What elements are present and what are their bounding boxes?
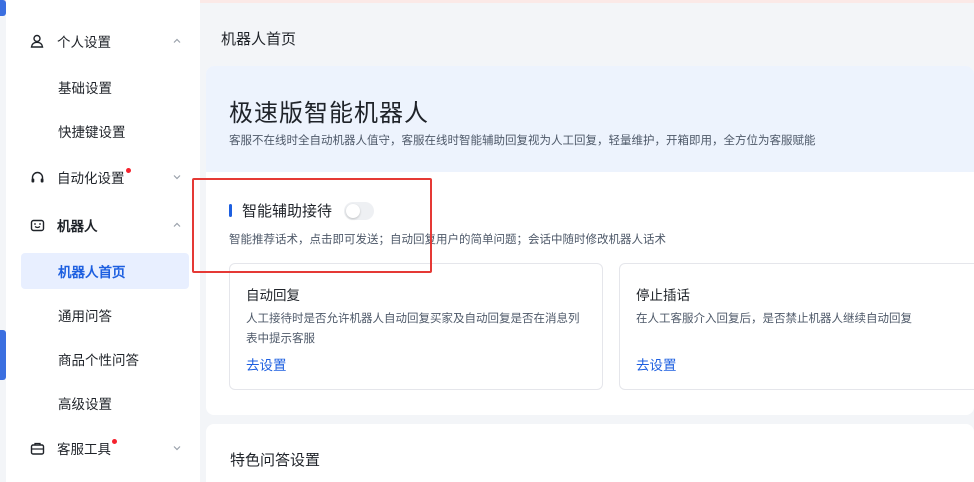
- hero-description: 客服不在线时全自动机器人值守，客服在线时智能辅助回复视为人工回复，轻量维护，开箱…: [229, 133, 816, 147]
- sidebar-group-label: 客服工具: [57, 438, 117, 458]
- page-breadcrumb: 机器人首页: [221, 30, 297, 48]
- assist-section-title: 智能辅助接待: [242, 202, 333, 220]
- featured-qa-title: 特色问答设置: [230, 451, 321, 469]
- notification-dot: [112, 439, 117, 444]
- assist-toggle-switch[interactable]: [344, 201, 375, 220]
- sidebar-group-label: 个人设置: [57, 35, 111, 51]
- hero-title: 极速版智能机器人: [229, 99, 429, 127]
- option-description: 人工接待时是否允许机器人自动回复买家及自动回复是否在消息列表中提示客服: [246, 311, 580, 345]
- option-title: 自动回复: [246, 288, 300, 304]
- auto-reply-card: 自动回复 人工接待时是否允许机器人自动回复买家及自动回复是否在消息列表中提示客服…: [229, 263, 603, 390]
- sidebar: 个人设置 基础设置 快捷键设置 自动化设置 机器人 机器人首页 通用问答 商品个…: [6, 0, 200, 482]
- toolbox-icon: [28, 439, 46, 457]
- sidebar-item-robot-home[interactable]: 机器人首页: [21, 253, 189, 289]
- option-title: 停止插话: [636, 288, 690, 304]
- notification-dot: [125, 168, 131, 173]
- featured-qa-card: 特色问答设置: [206, 424, 974, 482]
- user-icon: [28, 32, 46, 50]
- chevron-up-icon: [173, 38, 181, 43]
- sidebar-item-product-qa[interactable]: 商品个性问答: [21, 341, 189, 377]
- section-marker: [229, 204, 232, 217]
- chevron-up-icon: [173, 222, 181, 227]
- robot-icon: [28, 216, 46, 234]
- option-description: 在人工客服介入回复后，是否禁止机器人继续自动回复: [636, 311, 912, 325]
- sidebar-group-robot[interactable]: 机器人: [16, 206, 196, 244]
- toggle-knob: [346, 203, 361, 218]
- sidebar-group-label: 机器人: [57, 219, 98, 235]
- main-content: 机器人首页 极速版智能机器人 客服不在线时全自动机器人值守，客服在线时智能辅助回…: [200, 0, 974, 482]
- hero-banner: 极速版智能机器人 客服不在线时全自动机器人值守，客服在线时智能辅助回复视为人工回…: [206, 66, 974, 172]
- chevron-down-icon: [173, 446, 181, 451]
- assist-section-description: 智能推荐话术，点击即可发送；自动回复用户的简单问题；会话中随时修改机器人话术: [229, 232, 666, 246]
- sidebar-item-advanced-settings[interactable]: 高级设置: [21, 385, 189, 421]
- stop-interrupt-card: 停止插话 在人工客服介入回复后，是否禁止机器人继续自动回复 去设置: [619, 263, 974, 390]
- sidebar-item-general-qa[interactable]: 通用问答: [21, 297, 189, 333]
- auto-reply-settings-link[interactable]: 去设置: [246, 354, 287, 374]
- chevron-down-icon: [173, 175, 181, 180]
- sidebar-group-automation-settings[interactable]: 自动化设置: [16, 158, 196, 196]
- sidebar-item-basic-settings[interactable]: 基础设置: [21, 69, 189, 105]
- stop-interrupt-settings-link[interactable]: 去设置: [636, 354, 677, 374]
- robot-overview-card: 极速版智能机器人 客服不在线时全自动机器人值守，客服在线时智能辅助回复视为人工回…: [206, 66, 974, 415]
- headset-icon: [28, 168, 46, 186]
- assist-section-header: 智能辅助接待: [229, 200, 375, 221]
- sidebar-group-label: 自动化设置: [57, 167, 131, 187]
- sidebar-item-shortcut-settings[interactable]: 快捷键设置: [21, 113, 189, 149]
- sidebar-group-personal-settings[interactable]: 个人设置: [16, 22, 196, 60]
- sidebar-group-service-tools[interactable]: 客服工具: [16, 429, 196, 467]
